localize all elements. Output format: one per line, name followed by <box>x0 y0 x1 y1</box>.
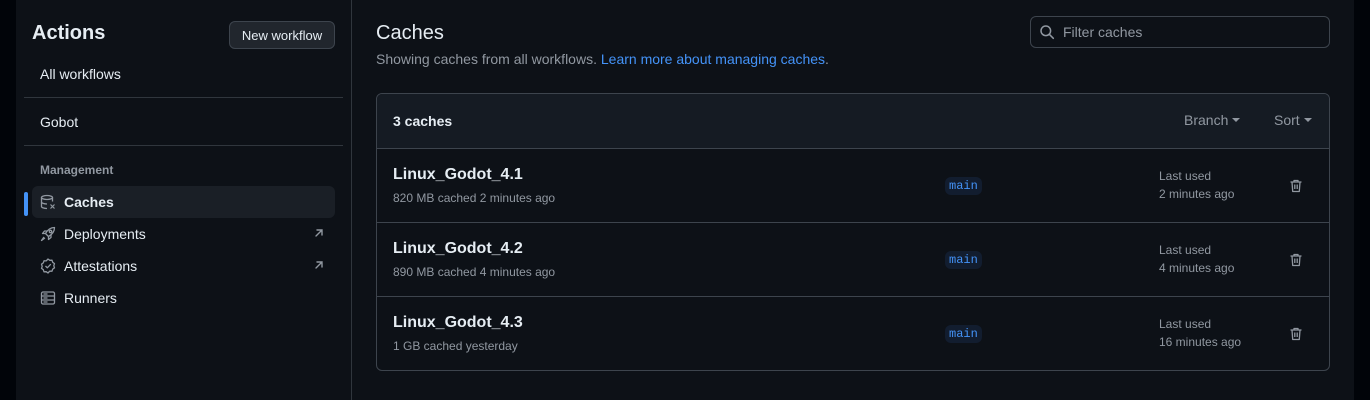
caret-down-icon <box>1303 118 1312 122</box>
branch-label[interactable]: main <box>945 251 982 269</box>
trash-icon[interactable] <box>1288 252 1304 268</box>
sidebar-item-label: Attestations <box>64 258 138 274</box>
all-workflows-link[interactable]: All workflows <box>40 66 121 82</box>
cache-name: Linux_Godot_4.2 <box>393 240 523 257</box>
sidebar-divider <box>24 145 343 146</box>
trash-icon[interactable] <box>1288 178 1304 194</box>
last-used-value: 16 minutes ago <box>1159 335 1242 349</box>
table-row: Linux_Godot_4.2 890 MB cached 4 minutes … <box>377 223 1329 297</box>
sidebar-item-attestations[interactable]: Attestations <box>32 250 335 282</box>
sort-menu-label: Sort <box>1274 112 1300 128</box>
filter-caches-input[interactable] <box>1063 24 1313 40</box>
caret-down-icon <box>1232 118 1241 122</box>
caches-table-header: 3 caches Branch Sort <box>377 94 1329 149</box>
management-heading: Management <box>40 163 114 177</box>
last-used-value: 4 minutes ago <box>1159 261 1235 275</box>
last-used-label: Last used <box>1159 243 1212 257</box>
active-indicator <box>24 192 28 216</box>
server-icon <box>40 290 56 306</box>
last-used-value: 2 minutes ago <box>1159 187 1235 201</box>
workflow-link-gobot[interactable]: Gobot <box>40 114 78 130</box>
cache-name: Linux_Godot_4.3 <box>393 314 523 331</box>
page-title: Caches <box>376 22 444 44</box>
sidebar-item-caches[interactable]: Caches <box>24 186 335 218</box>
description-end: . <box>825 51 829 67</box>
sidebar: Actions New workflow All workflows Gobot… <box>16 0 352 400</box>
sidebar-item-label: Runners <box>64 290 117 306</box>
last-used-label: Last used <box>1159 317 1212 331</box>
verified-icon <box>40 258 56 274</box>
sidebar-title: Actions <box>32 22 106 44</box>
branch-filter-menu[interactable]: Branch <box>1184 112 1241 128</box>
app-window: Actions New workflow All workflows Gobot… <box>16 0 1354 400</box>
branch-menu-label: Branch <box>1184 112 1229 128</box>
last-used-label: Last used <box>1159 169 1212 183</box>
rocket-icon <box>40 226 56 242</box>
table-row: Linux_Godot_4.1 820 MB cached 2 minutes … <box>377 149 1329 223</box>
trash-icon[interactable] <box>1288 326 1304 342</box>
sort-menu[interactable]: Sort <box>1274 112 1312 128</box>
branch-label[interactable]: main <box>945 325 982 343</box>
cache-meta: 890 MB cached 4 minutes ago <box>393 265 556 279</box>
sidebar-divider <box>24 97 343 98</box>
description-text: Showing caches from all workflows. <box>376 51 597 67</box>
filter-caches-field[interactable] <box>1030 16 1330 48</box>
branch-label[interactable]: main <box>945 177 982 195</box>
learn-more-link[interactable]: Learn more about managing caches <box>601 51 825 67</box>
cache-meta: 820 MB cached 2 minutes ago <box>393 191 556 205</box>
new-workflow-button[interactable]: New workflow <box>229 21 335 49</box>
caches-table: 3 caches Branch Sort Linux_Godot_4.1 820… <box>376 93 1330 371</box>
arrow-up-right-icon <box>313 227 325 239</box>
sidebar-item-runners[interactable]: Runners <box>32 282 335 314</box>
table-row: Linux_Godot_4.3 1 GB cached yesterday ma… <box>377 297 1329 370</box>
sidebar-item-label: Deployments <box>64 226 146 242</box>
page-description: Showing caches from all workflows. Learn… <box>376 51 829 67</box>
cache-count: 3 caches <box>393 113 453 129</box>
arrow-up-right-icon <box>313 259 325 271</box>
database-icon <box>40 194 56 210</box>
sidebar-item-deployments[interactable]: Deployments <box>32 218 335 250</box>
cache-meta: 1 GB cached yesterday <box>393 339 518 353</box>
search-icon <box>1039 24 1055 40</box>
cache-name: Linux_Godot_4.1 <box>393 166 523 183</box>
sidebar-item-label: Caches <box>64 194 114 210</box>
